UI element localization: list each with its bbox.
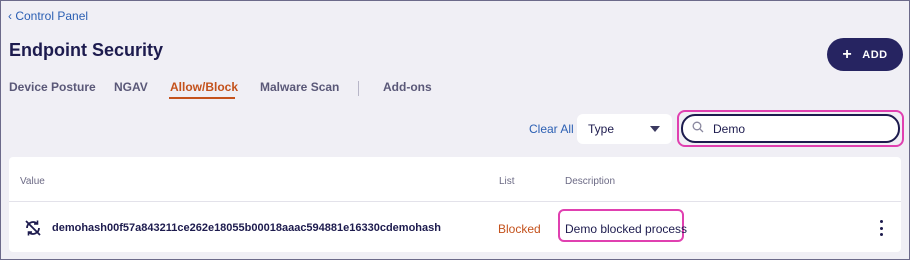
search-input[interactable] bbox=[713, 121, 883, 136]
tab-device-posture[interactable]: Device Posture bbox=[9, 80, 96, 94]
search-field[interactable] bbox=[681, 114, 900, 143]
header-divider bbox=[9, 201, 901, 202]
row-more-options-icon[interactable] bbox=[876, 220, 886, 236]
hash-block-icon bbox=[23, 218, 43, 238]
add-button[interactable]: + ADD bbox=[827, 38, 903, 71]
allow-block-table: Value List Description demohash00f57a843… bbox=[9, 157, 901, 252]
tab-add-ons[interactable]: Add-ons bbox=[383, 80, 432, 94]
search-icon bbox=[692, 120, 704, 138]
add-button-label: ADD bbox=[862, 48, 888, 61]
page-title: Endpoint Security bbox=[9, 40, 164, 60]
active-tab-underline bbox=[169, 97, 235, 99]
tab-bar: Device Posture NGAV Allow/Block Malware … bbox=[0, 80, 500, 104]
clear-all-link[interactable]: Clear All bbox=[529, 122, 574, 136]
back-to-control-panel-link[interactable]: ‹ Control Panel bbox=[8, 9, 88, 23]
caret-down-icon bbox=[650, 126, 660, 132]
column-header-description: Description bbox=[565, 176, 616, 187]
plus-icon: + bbox=[842, 45, 853, 63]
row-description: Demo blocked process bbox=[565, 222, 688, 236]
tab-divider bbox=[358, 81, 359, 96]
type-filter-select[interactable]: Type bbox=[577, 114, 672, 144]
column-header-list: List bbox=[499, 176, 515, 187]
row-value: demohash00f57a843211ce262e18055b00018aaa… bbox=[52, 222, 441, 234]
row-list: Blocked bbox=[498, 222, 541, 236]
column-header-value: Value bbox=[20, 176, 45, 187]
tab-malware-scan[interactable]: Malware Scan bbox=[260, 80, 339, 94]
tab-ngav[interactable]: NGAV bbox=[114, 80, 148, 94]
type-filter-value: Type bbox=[588, 122, 615, 136]
tab-allow-block[interactable]: Allow/Block bbox=[170, 80, 238, 94]
